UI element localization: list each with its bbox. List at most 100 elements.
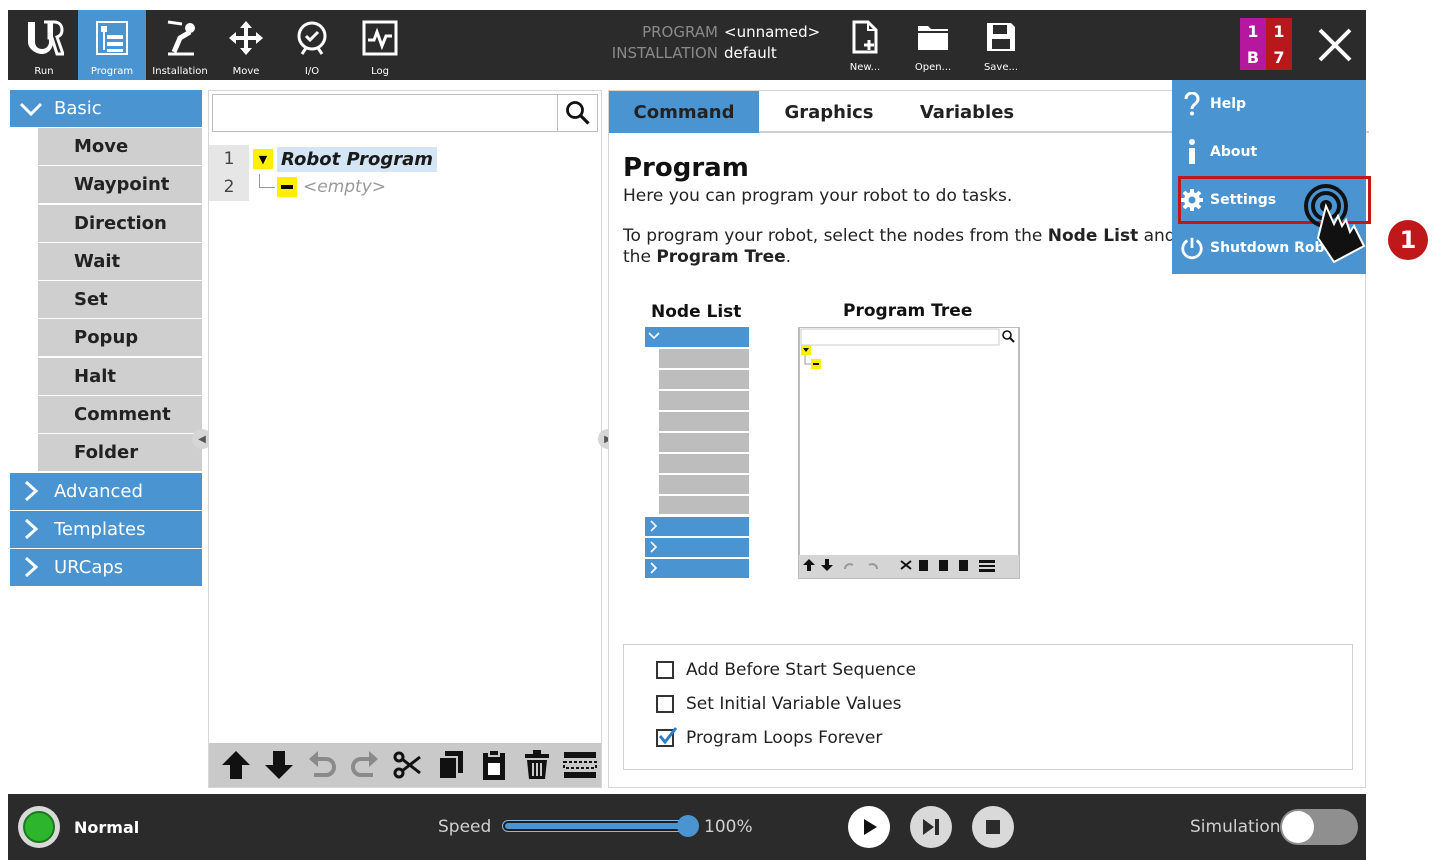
program-icon [90, 16, 134, 60]
empty-node-icon [277, 177, 297, 197]
speed-slider-fill [505, 823, 689, 829]
nav-installation-label: Installation [152, 66, 208, 77]
simulation-toggle[interactable] [1280, 809, 1358, 845]
save-icon [983, 18, 1019, 56]
option-before-start[interactable]: Add Before Start Sequence [656, 660, 916, 680]
node-set[interactable]: Set [38, 281, 202, 319]
category-advanced[interactable]: Advanced [10, 472, 202, 510]
search-icon[interactable] [557, 95, 597, 131]
move-down-icon[interactable] [258, 745, 299, 785]
node-wait[interactable]: Wait [38, 242, 202, 280]
installation-key: INSTALLATION [611, 44, 718, 62]
tree-node-empty[interactable]: <empty> [303, 177, 386, 197]
option-initial-variables[interactable]: Set Initial Variable Values [656, 694, 902, 714]
chevron-right-icon [24, 519, 39, 540]
installation-name: default [724, 44, 777, 62]
program-info: PROGRAM <unnamed> INSTALLATION default [608, 22, 820, 64]
collapse-triangle-icon[interactable]: ▼ [253, 149, 273, 169]
step-button[interactable] [910, 806, 952, 848]
robot-status-button[interactable] [18, 806, 60, 848]
stop-button[interactable] [972, 806, 1014, 848]
node-popup[interactable]: Popup [38, 319, 202, 357]
checkbox-before-start[interactable] [656, 661, 674, 679]
cut-icon[interactable] [387, 745, 428, 785]
description-text: and [1138, 226, 1176, 246]
tree-search-box [212, 94, 598, 132]
delete-icon[interactable] [517, 745, 558, 785]
play-button[interactable] [848, 806, 890, 848]
speed-slider-thumb[interactable] [677, 815, 699, 837]
new-program-button[interactable]: New... [836, 10, 894, 80]
node-folder[interactable]: Folder [38, 434, 202, 472]
nav-move-label: Move [232, 66, 260, 77]
badge-top-right: 1 [1266, 18, 1292, 44]
description-bold: Node List [1047, 226, 1139, 246]
category-urcaps[interactable]: URCaps [10, 548, 202, 586]
move-up-icon[interactable] [215, 745, 256, 785]
speed-slider[interactable] [502, 815, 699, 837]
node-label: Move [74, 136, 129, 157]
category-urcaps-label: URCaps [54, 556, 124, 578]
tab-command[interactable]: Command [609, 91, 759, 133]
option-loops-forever[interactable]: Program Loops Forever [656, 727, 882, 748]
open-program-button[interactable]: Open... [904, 10, 962, 80]
log-icon [358, 16, 402, 60]
node-move[interactable]: Move [38, 128, 202, 165]
menu-item-help[interactable]: Help [1172, 80, 1366, 128]
tree-toolbar [209, 743, 601, 787]
status-badge[interactable]: 1 1 B 7 [1240, 18, 1292, 70]
nav-run-button[interactable]: Run [10, 10, 78, 80]
badge-top-left: 1 [1240, 18, 1266, 44]
badge-bottom-right: 7 [1266, 44, 1292, 70]
open-label: Open... [914, 62, 952, 73]
category-basic-label: Basic [54, 98, 102, 119]
category-templates[interactable]: Templates [10, 510, 202, 548]
undo-icon[interactable] [301, 745, 342, 785]
category-advanced-label: Advanced [54, 480, 143, 502]
nav-log-button[interactable]: Log [346, 10, 414, 80]
menu-label: About [1210, 144, 1258, 160]
checkbox-loops-forever[interactable] [656, 727, 678, 747]
tab-variables[interactable]: Variables [899, 91, 1035, 133]
info-icon [1180, 139, 1204, 165]
io-icon [290, 16, 334, 60]
program-key: PROGRAM [642, 23, 718, 41]
node-label: Popup [74, 327, 139, 349]
suppress-icon[interactable] [560, 745, 601, 785]
tab-graphics[interactable]: Graphics [759, 91, 899, 133]
page-title: Program [623, 153, 749, 183]
checkmark-icon [658, 727, 678, 745]
node-comment[interactable]: Comment [38, 396, 202, 434]
nav-program-button[interactable]: Program [78, 10, 146, 80]
category-templates-label: Templates [54, 518, 146, 540]
paste-icon[interactable] [474, 745, 515, 785]
copy-icon[interactable] [431, 745, 472, 785]
description-bold: Program Tree [656, 247, 786, 267]
nav-io-button[interactable]: I/O [278, 10, 346, 80]
nav-installation-button[interactable]: Installation [146, 10, 214, 80]
node-label: Direction [74, 212, 167, 234]
close-icon[interactable] [1312, 22, 1358, 68]
top-bar: Run Program Installation Move I/O Log PR… [8, 10, 1366, 80]
tree-row[interactable]: 1 ▼ Robot Program [209, 145, 437, 173]
description-line-2: To program your robot, select the nodes … [623, 226, 1176, 246]
node-halt[interactable]: Halt [38, 357, 202, 395]
tree-line-number: 2 [209, 173, 249, 201]
tap-hand-icon [1304, 184, 1366, 264]
checkbox-initial-variables[interactable] [656, 695, 674, 713]
tree-row[interactable]: 2 <empty> [209, 173, 386, 201]
diagram-program-tree-label: Program Tree [843, 301, 973, 321]
description-text: the [623, 247, 657, 267]
save-program-button[interactable]: Save... [972, 10, 1030, 80]
category-basic[interactable]: Basic [10, 90, 202, 127]
node-direction[interactable]: Direction [38, 204, 202, 242]
tree-node-robot-program[interactable]: Robot Program [277, 146, 437, 172]
description-text: . [785, 247, 792, 267]
node-label: Folder [74, 442, 139, 464]
node-waypoint[interactable]: Waypoint [38, 166, 202, 204]
nav-move-button[interactable]: Move [212, 10, 280, 80]
node-label: Set [74, 289, 108, 311]
redo-icon[interactable] [344, 745, 385, 785]
tree-search-input[interactable] [217, 99, 557, 127]
menu-item-about[interactable]: About [1172, 128, 1366, 176]
